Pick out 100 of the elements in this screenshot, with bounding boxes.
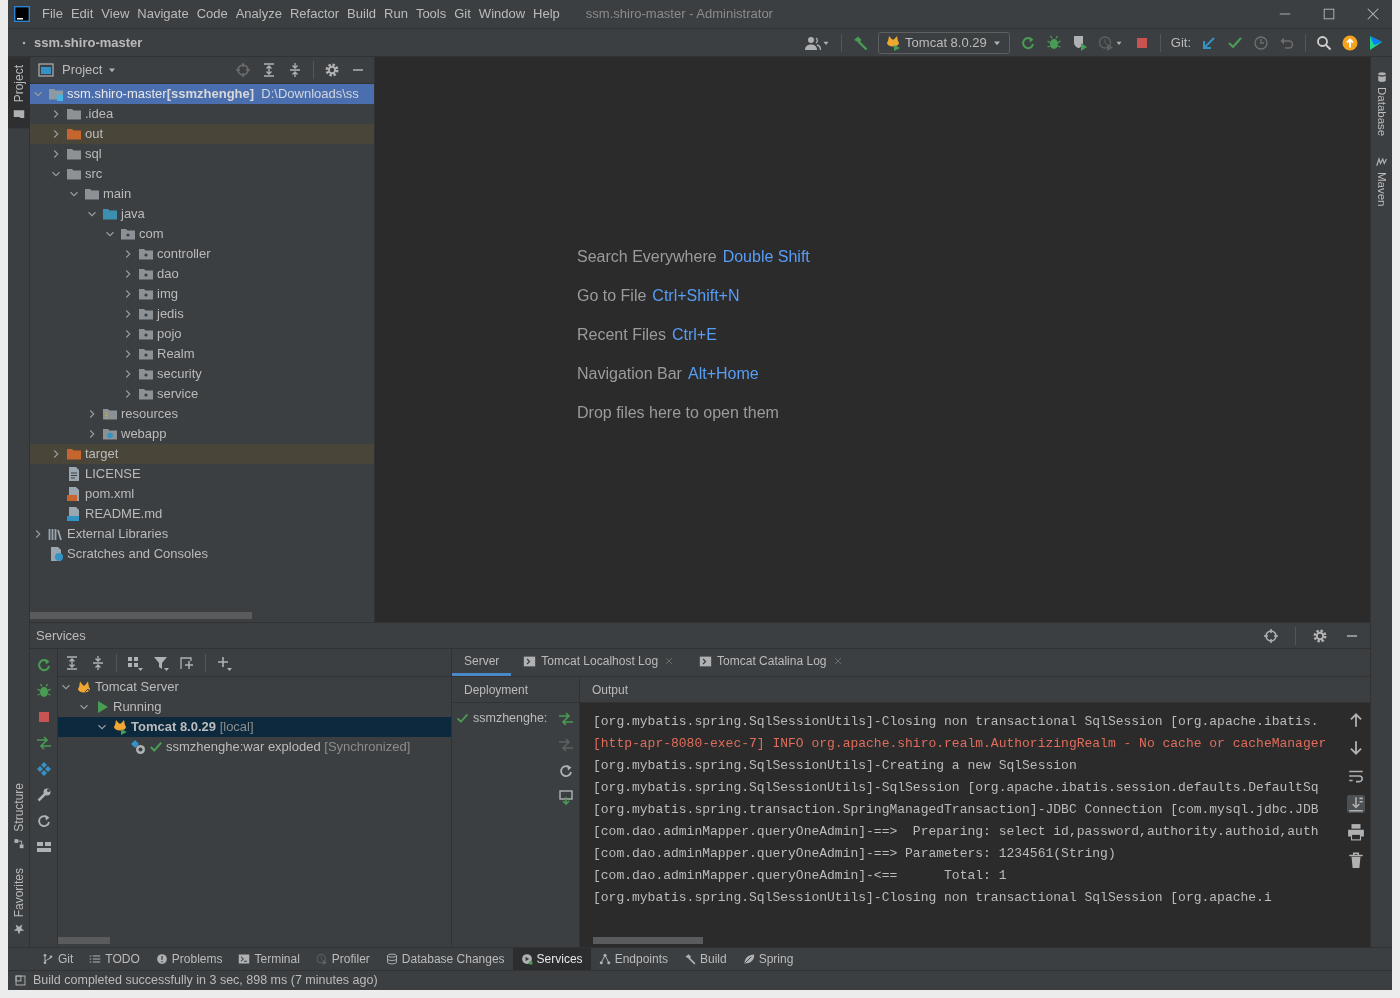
- tree-item[interactable]: ssm.shiro-master[ssmzhenghe] D:\Downloads\ss: [30, 84, 374, 104]
- tree-item[interactable]: security: [30, 364, 374, 384]
- tab[interactable]: Tomcat Localhost Log: [511, 649, 688, 676]
- tool-window-button[interactable]: Database Changes: [377, 948, 513, 970]
- settings-icon[interactable]: [324, 62, 340, 78]
- scrollbar-thumb[interactable]: [58, 937, 110, 944]
- tree-item[interactable]: Scratches and Consoles: [30, 544, 374, 564]
- scrollbar-thumb[interactable]: [30, 612, 252, 619]
- rerun-icon[interactable]: [1019, 34, 1036, 51]
- expand-all-icon[interactable]: [261, 62, 277, 78]
- menu-item[interactable]: Window: [474, 4, 530, 24]
- wrench-icon[interactable]: [35, 787, 52, 803]
- menu-item[interactable]: Help: [529, 4, 564, 24]
- locate-icon[interactable]: [1263, 627, 1279, 644]
- bug-icon[interactable]: [35, 683, 52, 699]
- tool-window-tab[interactable]: Maven: [1370, 150, 1393, 213]
- tree-item[interactable]: controller: [30, 244, 374, 264]
- panel-toggle-icon[interactable]: [14, 974, 27, 987]
- user-icon[interactable]: [805, 34, 822, 51]
- tree-item[interactable]: webapp: [30, 424, 374, 444]
- deploy-icon[interactable]: [557, 711, 574, 727]
- collapse-all-icon[interactable]: [90, 654, 106, 671]
- panel-title[interactable]: Project: [62, 60, 103, 80]
- upgrade-icon[interactable]: [1342, 34, 1358, 51]
- tree-item[interactable]: target: [30, 444, 374, 464]
- tool-window-button[interactable]: Endpoints: [590, 948, 676, 970]
- tree-item[interactable]: LICENSE: [30, 464, 374, 484]
- tool-window-button[interactable]: Problems: [147, 948, 231, 970]
- refresh-icon[interactable]: [557, 763, 574, 779]
- tree-item[interactable]: service: [30, 384, 374, 404]
- layout-icon[interactable]: [35, 839, 52, 855]
- scrollbar-thumb[interactable]: [593, 937, 703, 944]
- menu-item[interactable]: Edit: [66, 4, 98, 24]
- tool-window-tab[interactable]: Structure: [7, 776, 30, 856]
- menu-item[interactable]: Build: [343, 4, 380, 24]
- tool-window-button[interactable]: Build: [676, 948, 735, 970]
- history-icon[interactable]: [1253, 34, 1269, 51]
- tree-item[interactable]: README.md: [30, 504, 374, 524]
- tool-window-button[interactable]: Profiler: [307, 948, 378, 970]
- menu-item[interactable]: Git: [450, 4, 475, 24]
- settings-icon[interactable]: [1312, 627, 1328, 644]
- tree-item[interactable]: Running: [58, 697, 451, 717]
- tree-item[interactable]: java: [30, 204, 374, 224]
- tab[interactable]: Tomcat Catalina Log: [687, 649, 856, 676]
- new-tab-icon[interactable]: [179, 654, 195, 671]
- tree-item[interactable]: out: [30, 124, 374, 144]
- tree-item[interactable]: External Libraries: [30, 524, 374, 544]
- menu-item[interactable]: Analyze: [231, 4, 286, 24]
- expand-all-icon[interactable]: [64, 654, 80, 671]
- group-icon[interactable]: [127, 654, 143, 671]
- tree-item[interactable]: pojo: [30, 324, 374, 344]
- diamonds-icon[interactable]: [35, 761, 52, 777]
- search-icon[interactable]: [1316, 34, 1332, 51]
- tree-item[interactable]: sql: [30, 144, 374, 164]
- refresh-icon[interactable]: [35, 813, 52, 829]
- print-icon[interactable]: [1347, 823, 1365, 841]
- maximize-icon[interactable]: [1322, 7, 1336, 21]
- tree-item[interactable]: Tomcat 8.0.29 [local]: [58, 717, 451, 737]
- tree-item[interactable]: Tomcat Server: [58, 677, 451, 697]
- tool-window-button[interactable]: Services: [512, 948, 591, 970]
- tree-item[interactable]: pom.xml: [30, 484, 374, 504]
- menu-item[interactable]: View: [97, 4, 134, 24]
- tool-window-tab[interactable]: Favorites: [7, 861, 30, 941]
- run-config-dropdown[interactable]: Tomcat 8.0.29: [878, 31, 1010, 54]
- tree-item[interactable]: jedis: [30, 304, 374, 324]
- tool-window-tab[interactable]: Project: [7, 57, 30, 129]
- coverage-icon[interactable]: [1071, 34, 1088, 51]
- tree-item[interactable]: .idea: [30, 104, 374, 124]
- tree-item[interactable]: dao: [30, 264, 374, 284]
- bug-icon[interactable]: [1045, 34, 1062, 51]
- trash-icon[interactable]: [1347, 851, 1365, 869]
- deployment-item[interactable]: ssmzhenghe:: [452, 707, 552, 729]
- tree-item[interactable]: resources: [30, 404, 374, 424]
- tool-window-button[interactable]: TODO: [81, 948, 148, 970]
- tree-item[interactable]: img: [30, 284, 374, 304]
- dump-icon[interactable]: [557, 789, 574, 805]
- rerun-icon[interactable]: [35, 657, 52, 673]
- menu-item[interactable]: File: [38, 4, 67, 24]
- tool-window-tab[interactable]: Database: [1370, 65, 1393, 143]
- plugin-logo-icon[interactable]: [1368, 34, 1384, 51]
- menu-item[interactable]: Navigate: [133, 4, 193, 24]
- tree-item[interactable]: Realm: [30, 344, 374, 364]
- hammer-icon[interactable]: [852, 34, 869, 51]
- close-icon[interactable]: [1366, 7, 1380, 21]
- tab[interactable]: Server: [452, 649, 512, 676]
- deploy-icon[interactable]: [35, 735, 52, 751]
- breadcrumb[interactable]: ssm.shiro-master: [34, 32, 143, 53]
- locate-icon[interactable]: [235, 62, 251, 78]
- menu-item[interactable]: Refactor: [285, 4, 344, 24]
- tool-window-button[interactable]: Spring: [734, 948, 802, 970]
- menu-item[interactable]: Tools: [411, 4, 451, 24]
- menu-item[interactable]: Run: [380, 4, 412, 24]
- add-icon[interactable]: [216, 654, 232, 671]
- filter-icon[interactable]: [153, 654, 169, 671]
- tree-item[interactable]: ssmzhenghe:war exploded [Synchronized]: [58, 737, 451, 757]
- collapse-all-icon[interactable]: [287, 62, 303, 78]
- update-icon[interactable]: [1201, 34, 1217, 51]
- tree-item[interactable]: com: [30, 224, 374, 244]
- menu-item[interactable]: Code: [192, 4, 232, 24]
- tool-window-button[interactable]: Git: [34, 948, 82, 970]
